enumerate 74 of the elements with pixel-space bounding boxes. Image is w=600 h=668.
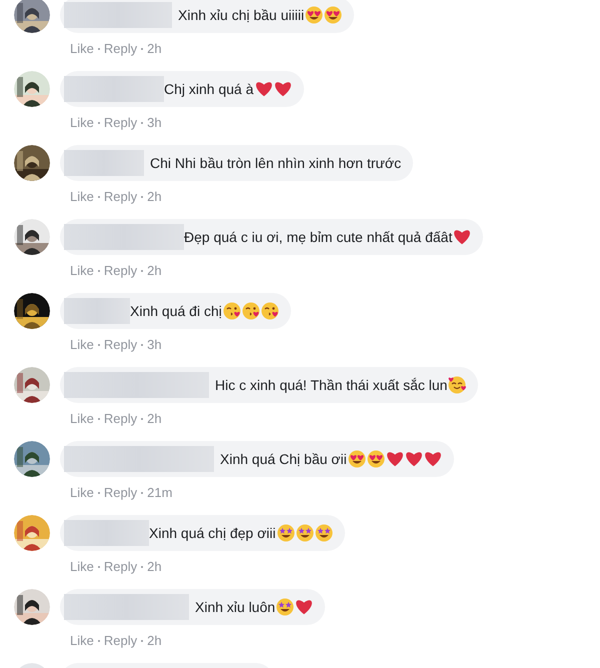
comment-time: 2h (147, 189, 162, 204)
comment-time: 2h (147, 411, 162, 426)
star-eyes-emoji-icon (296, 524, 314, 542)
separator-dot-icon (141, 122, 144, 124)
reply-link[interactable]: Reply (104, 263, 138, 278)
heart-eyes-emoji-icon (348, 450, 366, 468)
reply-link[interactable]: Reply (104, 559, 138, 574)
heart-eyes-emoji-icon (366, 450, 385, 468)
heart-eyes-emoji-icon (305, 6, 324, 24)
reply-link[interactable]: Reply (104, 41, 138, 56)
comment-time: 3h (147, 337, 162, 352)
star-eyes-emoji-icon (314, 524, 333, 542)
comment-text: Chj xinh quá à (164, 81, 254, 97)
comment-text: Hic c xinh quá! Thần thái xuất sắc lun (215, 377, 448, 393)
separator-dot-icon (141, 196, 144, 198)
separator-dot-icon (141, 492, 144, 494)
star-eyes-emoji-icon (276, 524, 295, 542)
separator-dot-icon (98, 270, 100, 272)
separator-dot-icon (141, 640, 144, 642)
separator-dot-icon (98, 122, 100, 124)
star-eyes-emoji-icon (276, 598, 294, 616)
heart-icon (404, 450, 423, 468)
separator-dot-icon (141, 566, 144, 568)
comment-time: 2h (147, 633, 162, 648)
heart-icon (453, 228, 472, 246)
heart-icon (386, 450, 404, 468)
heart-icon (274, 80, 292, 98)
reply-link[interactable]: Reply (104, 633, 138, 648)
comment-text: Xinh quá đi chị (130, 303, 222, 319)
separator-dot-icon (98, 492, 100, 494)
reply-link[interactable]: Reply (104, 115, 138, 130)
separator-dot-icon (141, 270, 144, 272)
comment-text: Chi Nhi bầu tròn lên nhìn xinh hơn trước (150, 155, 402, 171)
separator-dot-icon (98, 566, 100, 568)
reply-link[interactable]: Reply (104, 485, 138, 500)
reply-link[interactable]: Reply (104, 411, 138, 426)
comment-text: Xinh xỉu chị bầu uiiiii (178, 7, 304, 23)
comment-time: 3h (147, 115, 162, 130)
heart-eyes-emoji-icon (324, 6, 342, 24)
like-link[interactable]: Like (70, 337, 94, 352)
separator-dot-icon (98, 48, 100, 50)
heart-icon (295, 598, 314, 616)
like-link[interactable]: Like (70, 115, 94, 130)
like-link[interactable]: Like (70, 633, 94, 648)
separator-dot-icon (98, 640, 100, 642)
kissing-emoji-icon (242, 302, 260, 320)
reply-link[interactable]: Reply (104, 337, 138, 352)
kissing-emoji-icon (260, 302, 279, 320)
comment-time: 2h (147, 263, 162, 278)
comment-text: Xinh quá Chị bầu ơii (220, 451, 347, 467)
like-link[interactable]: Like (70, 411, 94, 426)
like-link[interactable]: Like (70, 41, 94, 56)
like-link[interactable]: Like (70, 263, 94, 278)
like-link[interactable]: Like (70, 559, 94, 574)
comment-text: Đẹp quá c iu ơi, mẹ bỉm cute nhất quả đấât (184, 229, 452, 245)
comment-text: Xinh quá chị đẹp ơiii (149, 525, 276, 541)
separator-dot-icon (98, 196, 100, 198)
separator-dot-icon (98, 344, 100, 346)
comment-text: Xinh xỉu luôn (195, 599, 276, 615)
like-link[interactable]: Like (70, 485, 94, 500)
separator-dot-icon (141, 48, 144, 50)
blurred-name (64, 298, 130, 324)
kissing-emoji-icon (222, 302, 241, 320)
heart-icon (254, 80, 273, 98)
comment-time: 2h (147, 559, 162, 574)
heart-icon (424, 450, 442, 468)
separator-dot-icon (141, 344, 144, 346)
reply-link[interactable]: Reply (104, 189, 138, 204)
like-link[interactable]: Like (70, 189, 94, 204)
comment-time: 21m (147, 485, 172, 500)
smiling-hearts-emoji-icon (448, 376, 466, 394)
separator-dot-icon (98, 418, 100, 420)
separator-dot-icon (141, 418, 144, 420)
comment-time: 2h (147, 41, 162, 56)
